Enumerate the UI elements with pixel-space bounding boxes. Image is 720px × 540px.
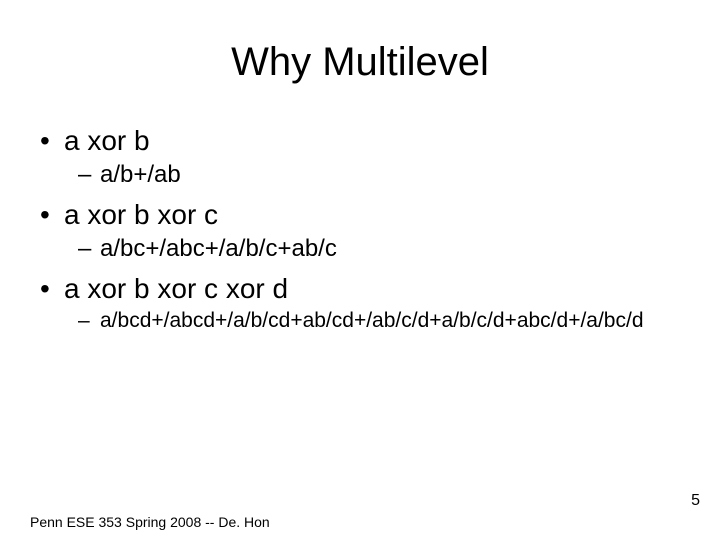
slide-content: a xor b a/b+/ab a xor b xor c a/bc+/abc+… — [30, 125, 690, 333]
bullet-level2: a/b+/ab — [40, 161, 690, 189]
bullet-level2: a/bcd+/abcd+/a/b/cd+ab/cd+/ab/c/d+a/b/c/… — [40, 309, 690, 333]
page-number: 5 — [691, 492, 700, 510]
bullet-level2: a/bc+/abc+/a/b/c+ab/c — [40, 235, 690, 263]
footer: Penn ESE 353 Spring 2008 -- De. Hon — [30, 514, 690, 530]
bullet-level1: a xor b xor c xor d — [40, 273, 690, 305]
footer-text: Penn ESE 353 Spring 2008 -- De. Hon — [30, 514, 690, 530]
slide: Why Multilevel a xor b a/b+/ab a xor b x… — [0, 0, 720, 540]
slide-title: Why Multilevel — [30, 40, 690, 85]
bullet-level1: a xor b — [40, 125, 690, 157]
bullet-level1: a xor b xor c — [40, 199, 690, 231]
